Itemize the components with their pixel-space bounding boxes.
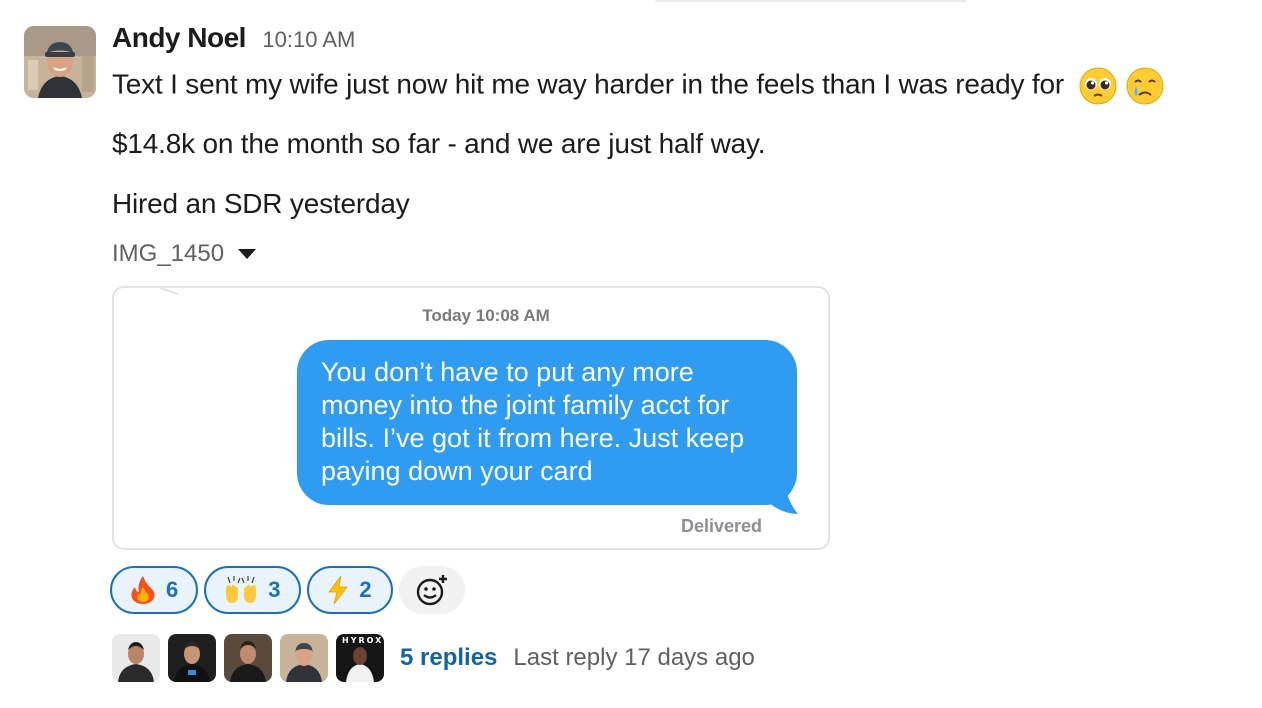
reaction-lightning[interactable]: 2 xyxy=(306,566,393,614)
bubble-tail-icon xyxy=(768,488,798,514)
image-attachment[interactable]: Today 10:08 AM You don’t have to put any… xyxy=(112,286,830,550)
reply-avatar[interactable] xyxy=(112,634,160,682)
pleading-face-icon xyxy=(1079,67,1117,105)
chevron-down-icon[interactable] xyxy=(238,249,257,259)
reply-avatar-badge: HYROX xyxy=(342,636,384,645)
message-header: Andy Noel 10:10 AM xyxy=(112,22,355,54)
last-reply-time: Last reply 17 days ago xyxy=(513,644,755,671)
message-line-3: Hired an SDR yesterday xyxy=(112,188,410,219)
message-text: Text I sent my wife just now hit me way … xyxy=(112,68,1064,100)
reply-avatar[interactable] xyxy=(280,634,328,682)
author-name[interactable]: Andy Noel xyxy=(112,22,246,53)
replies-link[interactable]: 5 replies xyxy=(400,644,497,672)
image-date-label: Today 10:08 AM xyxy=(422,306,550,325)
add-reaction-button[interactable] xyxy=(398,566,465,614)
message-timestamp[interactable]: 10:10 AM xyxy=(262,27,355,52)
message-line-2: $14.8k on the month so far - and we are … xyxy=(112,128,766,159)
crying-face-icon xyxy=(1126,67,1164,105)
reaction-raised-hands[interactable]: 3 xyxy=(204,566,301,614)
attachment-file-name: IMG_1450 xyxy=(112,240,225,267)
lightning-icon xyxy=(327,576,349,604)
reply-avatar[interactable]: HYROX xyxy=(336,634,384,682)
reaction-fire[interactable]: 6 xyxy=(110,566,199,614)
decorative-fold-icon xyxy=(159,288,179,295)
add-emoji-icon xyxy=(416,575,447,606)
thread-summary[interactable]: HYROX 5 replies Last reply 17 days ago xyxy=(112,634,755,682)
delivered-status: Delivered xyxy=(680,516,762,536)
reaction-count: 3 xyxy=(268,577,281,602)
message-line-1: Text I sent my wife just now hit me way … xyxy=(112,66,1165,106)
attachment-toggle[interactable]: IMG_1450 xyxy=(112,240,257,268)
reply-avatar[interactable] xyxy=(224,634,272,682)
reply-avatar[interactable] xyxy=(168,634,216,682)
raised-hands-icon xyxy=(224,575,258,605)
reaction-count: 6 xyxy=(166,577,179,602)
fire-icon xyxy=(130,575,156,605)
author-avatar[interactable] xyxy=(24,26,96,98)
reaction-count: 2 xyxy=(359,577,372,602)
reactions-bar: 6 3 2 xyxy=(110,566,465,614)
scroll-divider xyxy=(655,0,967,2)
imessage-bubble: You don’t have to put any more money int… xyxy=(297,340,797,505)
